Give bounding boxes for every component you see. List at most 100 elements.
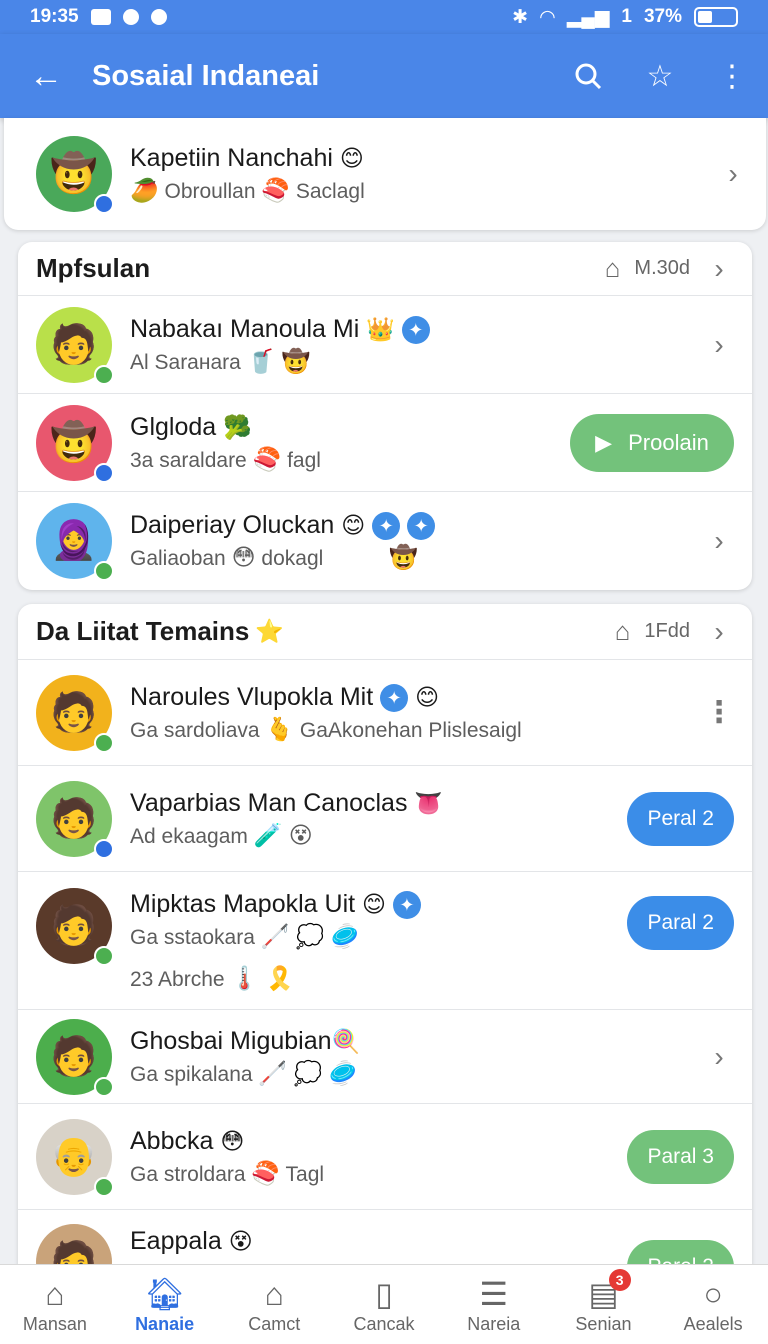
nav-item-nanaie[interactable]: 🏠︎ Nanaie [110, 1265, 220, 1344]
emoji: 🍣 [252, 445, 282, 472]
avatar: 👴 [36, 1118, 114, 1197]
nav-item-camct[interactable]: ⌂ Camct [219, 1265, 329, 1344]
list-item[interactable]: 🤠 Glgloda 🥦 3a saraldare 🍣 fagl ▶ Proolai… [18, 394, 752, 492]
online-status-icon [94, 364, 114, 385]
online-status-icon [94, 561, 114, 581]
play-icon: ▶ [595, 429, 613, 455]
emoji: 🥭 [130, 177, 159, 203]
more-vert-icon[interactable]: ⋮ [704, 695, 734, 730]
list-item[interactable]: 🤠 Kapetiin Nanchahi 😊 🥭 Obroullan 🍣 Sacl… [4, 118, 766, 230]
chevron-right-icon[interactable]: › [704, 525, 734, 557]
play-button[interactable]: ▶ Proolain [570, 413, 734, 472]
section-card: Mpfsulan ⌂ M.30d › 🧑 Nabakaı Manoula Mi … [18, 242, 752, 590]
online-status-icon [94, 946, 114, 966]
nav-item-cancak[interactable]: ▯ Cancak [329, 1265, 439, 1344]
star-icon[interactable]: ☆ [624, 34, 696, 118]
emoji: 😳 [220, 1127, 245, 1154]
verified-star-icon: ✦ [372, 512, 401, 541]
battery-icon [694, 7, 738, 27]
emoji: 🦯 💭 🥏 [260, 922, 360, 949]
house-icon[interactable]: ⌂ [615, 616, 631, 647]
list-item[interactable]: 🧑 Ghosbai Migubian🍭 Ga spikalana 🦯 💭 🥏 › [18, 1010, 752, 1104]
online-status-icon [94, 1076, 114, 1097]
battery-label: 37% [643, 6, 682, 27]
action-button[interactable]: Peral 2 [627, 791, 734, 846]
list-item[interactable]: 🧑 Naroules Vlupokla Mit ✦ 😊 Ga sardoliav… [18, 660, 752, 766]
contact-name: Abbcka [130, 1126, 214, 1155]
notification-badge: 3 [608, 1269, 631, 1291]
list-item[interactable]: 🧑 Nabakaı Manoula Mi 👑 ✦ Al Saraнara 🥤 🤠… [18, 296, 752, 394]
list-item[interactable]: 🧑 Vaparbias Man Canoclas 👅 Ad ekaagam 🧪 … [18, 766, 752, 872]
emoji: 🧪 😵 [253, 821, 313, 848]
contact-status-tail: GaAkonehan Plislesaigl [299, 718, 522, 742]
status-bar: 19:35 ✱ ◠ ▂▄▆ 1 37% [0, 0, 768, 34]
chevron-right-icon[interactable]: › [704, 329, 734, 361]
avatar: 🤠 [36, 404, 114, 483]
action-button[interactable]: Paral 2 [627, 896, 734, 950]
contact-name: Mipktas Mapokla Uit [130, 889, 356, 918]
contact-status: Al Saraнara [130, 350, 241, 374]
emoji: 😊 [339, 145, 364, 171]
chevron-right-icon[interactable]: › [704, 253, 734, 285]
chevron-right-icon[interactable]: › [718, 158, 748, 190]
contact-name: Nabakaı Manoula Mi [130, 314, 360, 343]
status-time: 19:35 [30, 6, 79, 27]
list-item[interactable]: 🧑 Mipktas Mapokla Uit 😊 ✦ Ga sstaokara 🦯… [18, 872, 752, 1010]
app-bar: ← Sosaial Indaneai ☆ ⋮ [0, 34, 768, 118]
verified-star-icon: ✦ [401, 315, 430, 344]
house-icon[interactable]: ⌂ [605, 253, 621, 284]
emoji: 🍭 [331, 1027, 361, 1054]
chevron-right-icon[interactable]: › [704, 1041, 734, 1073]
nav-item-mansan[interactable]: ⌂ Mansan [0, 1265, 110, 1344]
contact-name: Naroules Vlupokla Mit [130, 682, 374, 711]
contact-status: Obroullan [164, 180, 256, 203]
emoji: 😊 [341, 512, 366, 538]
list-item[interactable]: 👴 Abbcka 😳 Ga stroldara 🍣 Tagl Paral 3 [18, 1104, 752, 1210]
nav-label: Nareia [467, 1314, 521, 1334]
section-title: Da Liitat Temains [36, 616, 250, 646]
emoji: 🥤 🤠 [246, 347, 311, 374]
emoji: 🌡️ 🎗️ [230, 964, 295, 991]
contact-name: Kapetiin Nanchahi [130, 144, 333, 172]
wifi-icon: ◠ [540, 6, 555, 28]
online-status-icon [94, 732, 114, 753]
alarm-icon [150, 9, 167, 25]
verified-star-icon: ✦ [392, 890, 421, 919]
section-header: Mpfsulan ⌂ M.30d › [18, 242, 752, 296]
bluetooth-icon: ✱ [512, 6, 529, 28]
search-icon: ○ [703, 1276, 723, 1312]
chevron-right-icon[interactable]: › [704, 616, 734, 648]
arrow-left-icon[interactable]: ← [0, 34, 92, 118]
avatar: 🧑 [36, 306, 114, 385]
online-status-icon [94, 838, 114, 859]
nav-label: Nanaie [135, 1314, 195, 1334]
avatar: 🧑 [36, 780, 114, 859]
section-title: Mpfsulan [36, 253, 151, 283]
bottom-nav: ⌂ Mansan 🏠︎ Nanaie ⌂ Camct ▯ Cancak ☰ Na… [0, 1264, 768, 1344]
online-status-icon [94, 194, 114, 214]
nav-item-aealels[interactable]: ○ Aealels [658, 1265, 768, 1344]
emoji: 👅 [414, 789, 444, 816]
nav-label: Aealels [683, 1314, 743, 1334]
emoji: 🍣 [261, 177, 291, 203]
nav-item-nareia[interactable]: ☰ Nareia [439, 1265, 549, 1344]
more-vert-icon[interactable]: ⋮ [696, 34, 768, 118]
section-card: Da Liitat Temains ⭐ ⌂ 1Fdd › 🧑 Naroules … [18, 604, 752, 1284]
contact-status-tail: Tagl [285, 1162, 325, 1186]
avatar: 🤠 [36, 136, 114, 214]
list-item[interactable]: 🧕 Daiperiay Oluckan 😊 ✦ ✦ Galiaoban 😳 do… [18, 492, 752, 590]
bank-icon: ☰ [479, 1276, 509, 1312]
top-card[interactable]: 🤠 Kapetiin Nanchahi 😊 🥭 Obroullan 🍣 Sacl… [4, 118, 766, 230]
section-meta: 1Fdd [644, 620, 690, 642]
emoji: 👑 [366, 315, 395, 342]
nav-item-senian[interactable]: ▤ 3 Senian [549, 1265, 659, 1344]
contact-icon: ▯ [375, 1276, 393, 1312]
verified-star-icon: ✦ [407, 512, 436, 541]
action-button[interactable]: Paral 3 [627, 1129, 734, 1184]
home-outline-icon: ⌂ [45, 1276, 65, 1312]
emoji: 🫰 [265, 715, 295, 742]
search-icon[interactable] [552, 34, 624, 118]
online-status-icon [94, 462, 114, 483]
nav-label: Mansan [22, 1314, 87, 1334]
contact-status: Ga spikalana [130, 1062, 253, 1086]
